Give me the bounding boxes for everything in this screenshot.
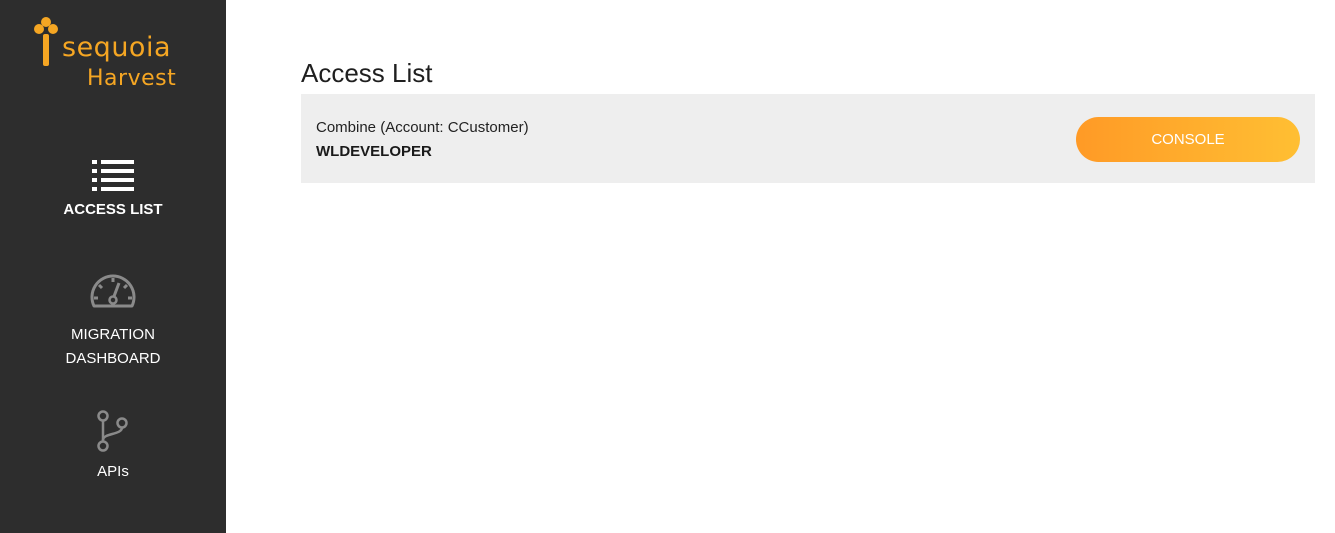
- sidebar-item-label: ACCESS LIST: [63, 201, 163, 218]
- sidebar: sequoia Harvest ACCESS LIST MIGRATION DA…: [0, 0, 226, 533]
- brand-name-line1: sequoia: [62, 32, 171, 63]
- branch-icon: [97, 410, 128, 452]
- sidebar-item-label-line1: MIGRATION: [71, 326, 155, 343]
- sidebar-item-label-line2: DASHBOARD: [65, 350, 161, 367]
- brand-logo[interactable]: sequoia Harvest: [32, 14, 192, 98]
- row-subtitle: Combine (Account: CCustomer): [316, 119, 529, 136]
- brand-name-line2: Harvest: [87, 66, 177, 91]
- main-content: Access List Combine (Account: CCustomer)…: [226, 0, 1335, 533]
- app-window: sequoia Harvest ACCESS LIST MIGRATION DA…: [0, 0, 1335, 533]
- tree-logo-icon: [34, 17, 58, 66]
- page-title: Access List: [301, 58, 433, 88]
- access-list-row: Combine (Account: CCustomer) WLDEVELOPER…: [301, 94, 1315, 183]
- sidebar-item-apis[interactable]: APIs: [0, 409, 226, 484]
- sidebar-item-migration-dashboard[interactable]: MIGRATION DASHBOARD: [0, 270, 226, 371]
- sidebar-item-access-list[interactable]: ACCESS LIST: [0, 158, 226, 222]
- sidebar-item-label: APIs: [97, 463, 129, 480]
- row-title: WLDEVELOPER: [316, 143, 432, 160]
- list-icon: [92, 160, 134, 191]
- console-button[interactable]: CONSOLE: [1076, 117, 1300, 162]
- gauge-icon: [90, 274, 136, 308]
